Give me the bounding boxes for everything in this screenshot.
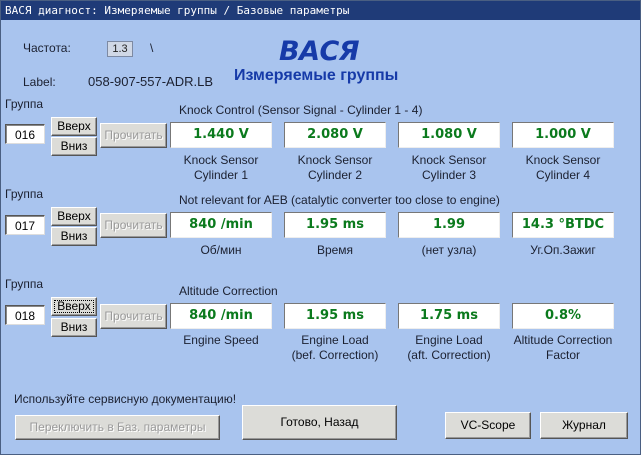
done-back-button[interactable]: Готово, Назад bbox=[242, 405, 397, 440]
measured-value-2: 1.95 ms bbox=[284, 212, 386, 238]
caption-line: Altitude Correction bbox=[513, 333, 613, 347]
value-caption-4: Knock Sensor Cylinder 4 bbox=[506, 153, 620, 183]
caption-line: Cylinder 3 bbox=[421, 168, 477, 182]
group-down-button[interactable]: Вниз bbox=[51, 318, 97, 337]
measured-value-4: 1.000 V bbox=[512, 122, 614, 148]
label-caption: Label: bbox=[23, 75, 56, 89]
value-caption-1: Knock Sensor Cylinder 1 bbox=[164, 153, 278, 183]
measured-value-1: 840 /min bbox=[170, 212, 272, 238]
measured-value-1: 840 /min bbox=[170, 303, 272, 329]
group-title: Altitude Correction bbox=[179, 284, 278, 298]
caption-line: Cylinder 1 bbox=[193, 168, 249, 182]
caption-line: (нет узла) bbox=[421, 243, 477, 257]
caption-line: Factor bbox=[545, 348, 580, 362]
caption-line: Engine Load bbox=[301, 333, 369, 347]
frequency-label: Частота: bbox=[23, 41, 71, 55]
journal-button[interactable]: Журнал bbox=[540, 412, 628, 439]
value-caption-1: Engine Speed bbox=[164, 333, 278, 348]
group-down-button[interactable]: Вниз bbox=[51, 227, 97, 246]
group-up-button[interactable]: Вверх bbox=[51, 297, 97, 316]
caption-line: Cylinder 2 bbox=[307, 168, 363, 182]
group-up-button[interactable]: Вверх bbox=[51, 207, 97, 226]
group-label: Группа bbox=[5, 187, 44, 201]
caption-line: Уг.Оп.Зажиг bbox=[530, 243, 596, 257]
measured-value-4: 14.3 °BTDC bbox=[512, 212, 614, 238]
caption-line: Knock Sensor bbox=[297, 153, 373, 167]
caption-line: Knock Sensor bbox=[525, 153, 601, 167]
frequency-value: 1.3 bbox=[107, 41, 133, 57]
value-caption-2: Время bbox=[278, 243, 392, 258]
service-doc-hint: Используйте сервисную документацию! bbox=[14, 392, 237, 406]
caption-line: Knock Sensor bbox=[183, 153, 259, 167]
label-file-value: 058-907-557-ADR.LB bbox=[88, 74, 214, 89]
caption-line: Cylinder 4 bbox=[535, 168, 591, 182]
window-title: ВАСЯ диагност: Измеряемые группы / Базов… bbox=[1, 1, 640, 20]
group-down-button[interactable]: Вниз bbox=[51, 137, 97, 156]
group-number-input[interactable]: 018 bbox=[5, 305, 45, 325]
page-title: Измеряемые группы bbox=[234, 67, 399, 84]
value-caption-2: Knock Sensor Cylinder 2 bbox=[278, 153, 392, 183]
measured-value-2: 1.95 ms bbox=[284, 303, 386, 329]
switch-basic-settings-button[interactable]: Переключить в Баз. параметры bbox=[15, 415, 220, 440]
group-number-input[interactable]: 016 bbox=[5, 124, 45, 144]
measured-value-4: 0.8% bbox=[512, 303, 614, 329]
caption-line: Knock Sensor bbox=[411, 153, 487, 167]
group-title: Not relevant for AEB (catalytic converte… bbox=[179, 193, 500, 207]
value-caption-3: Engine Load (aft. Correction) bbox=[392, 333, 506, 363]
group-label: Группа bbox=[5, 97, 44, 111]
group-up-button[interactable]: Вверх bbox=[51, 117, 97, 136]
main-window: ВАСЯ диагност: Измеряемые группы / Базов… bbox=[0, 0, 641, 455]
caption-line: (bef. Correction) bbox=[291, 348, 379, 362]
group-read-button[interactable]: Прочитать bbox=[100, 304, 167, 329]
caption-line: Об/мин bbox=[200, 243, 242, 257]
group-number-input[interactable]: 017 bbox=[5, 215, 45, 235]
caption-line: Engine Speed bbox=[183, 333, 259, 347]
measured-value-1: 1.440 V bbox=[170, 122, 272, 148]
measured-value-3: 1.75 ms bbox=[398, 303, 500, 329]
measured-value-3: 1.99 bbox=[398, 212, 500, 238]
measured-value-3: 1.080 V bbox=[398, 122, 500, 148]
caption-line: Время bbox=[316, 243, 354, 257]
value-caption-4: Уг.Оп.Зажиг bbox=[506, 243, 620, 258]
value-caption-2: Engine Load (bef. Correction) bbox=[278, 333, 392, 363]
value-caption-1: Об/мин bbox=[164, 243, 278, 258]
value-caption-4: Altitude Correction Factor bbox=[506, 333, 620, 363]
vc-scope-button[interactable]: VC-Scope bbox=[445, 412, 531, 439]
caption-line: (aft. Correction) bbox=[407, 348, 491, 362]
value-caption-3: (нет узла) bbox=[392, 243, 506, 258]
value-caption-3: Knock Sensor Cylinder 3 bbox=[392, 153, 506, 183]
group-title: Knock Control (Sensor Signal - Cylinder … bbox=[179, 103, 423, 117]
caption-line: Engine Load bbox=[415, 333, 483, 347]
frequency-indicator: \ bbox=[150, 41, 154, 55]
group-read-button[interactable]: Прочитать bbox=[100, 123, 167, 148]
measured-value-2: 2.080 V bbox=[284, 122, 386, 148]
group-label: Группа bbox=[5, 277, 44, 291]
group-read-button[interactable]: Прочитать bbox=[100, 213, 167, 238]
client-area: Частота: 1.3 \ Label: 058-907-557-ADR.LB… bbox=[1, 20, 640, 454]
app-brand-logo: ВАСЯ bbox=[279, 36, 360, 67]
